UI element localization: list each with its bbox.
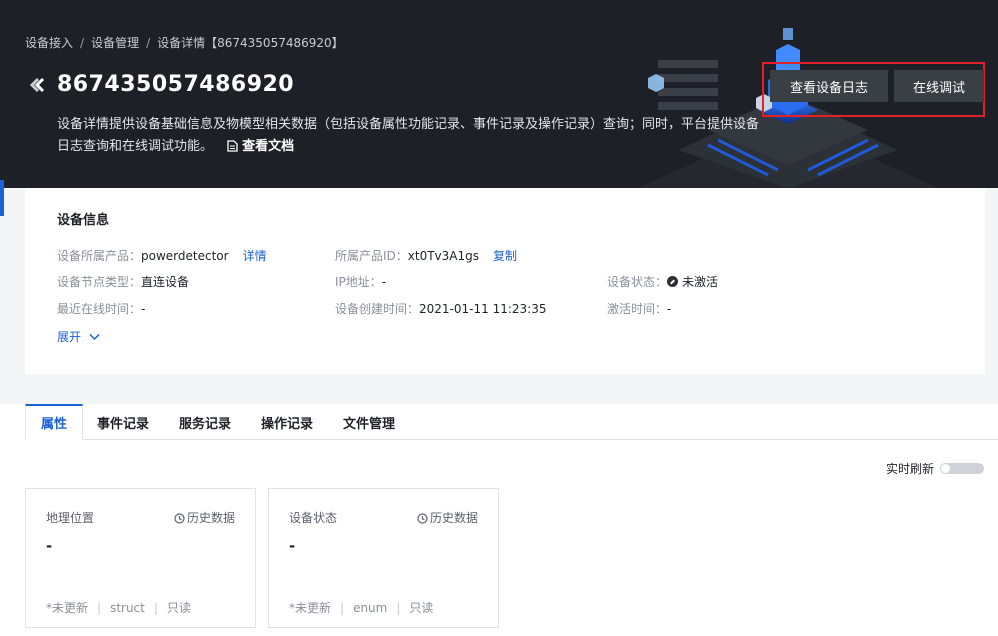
property-card: 设备状态 历史数据 - *未更新 | enum | 只读 (268, 488, 499, 628)
tab-operation-records[interactable]: 操作记录 (251, 404, 323, 440)
view-docs-link[interactable]: 查看文档 (227, 139, 294, 154)
device-info-title: 设备信息 (57, 213, 110, 228)
online-debug-button[interactable]: 在线调试 (894, 70, 984, 102)
last-online-value: - (141, 302, 146, 316)
breadcrumb-item[interactable]: 设备接入 (25, 36, 73, 50)
ip-value: - (381, 275, 387, 289)
property-card: 地理位置 历史数据 - *未更新 | struct | 只读 (25, 488, 256, 628)
tab-event-records[interactable]: 事件记录 (87, 404, 159, 440)
history-data-link[interactable]: 历史数据 (174, 509, 235, 526)
product-detail-link[interactable]: 详情 (243, 249, 267, 263)
property-access: 只读 (166, 601, 191, 615)
document-icon (227, 140, 238, 152)
copy-link[interactable]: 复制 (493, 249, 517, 263)
history-data-label: 历史数据 (429, 511, 478, 525)
status-field: 设备状态： 未激活 (607, 273, 718, 290)
created-label: 设备创建时间： (335, 302, 420, 316)
property-meta: *未更新 | struct | 只读 (46, 601, 191, 615)
breadcrumb-item[interactable]: 设备管理 (91, 36, 139, 50)
description-text: 设备详情提供设备基础信息及物模型相关数据（包括设备属性功能记录、事件记录及操作记… (57, 117, 760, 154)
property-name: 设备状态 (289, 511, 338, 525)
side-indicator (0, 180, 4, 216)
product-id-value: xt0Tv3A1gs (407, 249, 480, 263)
page-title: 867435057486920 (57, 72, 295, 97)
chevron-down-icon (89, 333, 100, 341)
history-data-link[interactable]: 历史数据 (417, 509, 478, 526)
product-id-label: 所属产品ID： (335, 249, 408, 263)
expand-toggle[interactable]: 展开 (57, 328, 100, 345)
expand-label: 展开 (57, 330, 82, 344)
created-value: 2021-01-11 11:23:35 (419, 302, 547, 316)
activated-field: 激活时间：- (607, 300, 671, 317)
property-updated: *未更新 (289, 601, 332, 615)
breadcrumb: 设备接入 / 设备管理 / 设备详情【867435057486920】 (25, 36, 344, 50)
property-updated: *未更新 (46, 601, 89, 615)
property-type: enum (353, 601, 388, 615)
device-info-card: 设备信息 设备所属产品：powerdetector 详情 所属产品ID：xt0Tv… (25, 188, 985, 374)
property-value: - (46, 537, 53, 555)
property-access: 只读 (409, 601, 434, 615)
activated-value: - (667, 302, 672, 316)
product-field: 设备所属产品：powerdetector 详情 (57, 247, 267, 264)
tabs-section: 属性 事件记录 服务记录 操作记录 文件管理 实时刷新 地理位置 历史数据 - … (0, 404, 998, 636)
product-id-field: 所属产品ID：xt0Tv3A1gs 复制 (335, 247, 517, 264)
history-data-label: 历史数据 (186, 511, 235, 525)
property-value: - (289, 537, 296, 555)
history-clock-icon (417, 513, 428, 524)
ip-field: IP地址：- (335, 273, 386, 290)
ip-label: IP地址： (335, 275, 382, 289)
property-type: struct (110, 601, 145, 615)
last-online-label: 最近在线时间： (57, 302, 142, 316)
activated-label: 激活时间： (607, 302, 668, 316)
realtime-refresh: 实时刷新 (886, 460, 984, 477)
page-header: 设备接入 / 设备管理 / 设备详情【867435057486920】 86743505… (0, 0, 998, 188)
realtime-refresh-label: 实时刷新 (885, 462, 934, 476)
view-docs-label: 查看文档 (242, 139, 295, 154)
tab-service-records[interactable]: 服务记录 (169, 404, 241, 440)
view-device-logs-button[interactable]: 查看设备日志 (770, 70, 888, 102)
product-label: 设备所属产品： (57, 249, 142, 263)
node-type-label: 设备节点类型： (57, 275, 142, 289)
created-field: 设备创建时间：2021-01-11 11:23:35 (335, 300, 546, 317)
breadcrumb-current: 设备详情【867435057486920】 (157, 36, 344, 50)
status-label: 设备状态： (607, 275, 668, 289)
tab-bar: 属性 事件记录 服务记录 操作记录 文件管理 (25, 404, 998, 440)
realtime-refresh-toggle[interactable] (940, 463, 984, 474)
node-type-value: 直连设备 (141, 275, 190, 289)
property-name: 地理位置 (46, 511, 95, 525)
tab-properties[interactable]: 属性 (25, 404, 83, 440)
tab-file-management[interactable]: 文件管理 (333, 404, 405, 440)
node-type-field: 设备节点类型：直连设备 (57, 273, 189, 290)
property-meta: *未更新 | enum | 只读 (289, 601, 434, 615)
status-value: 未激活 (682, 275, 719, 289)
inactive-status-icon (667, 276, 679, 287)
last-online-field: 最近在线时间：- (57, 300, 145, 317)
page-description: 设备详情提供设备基础信息及物模型相关数据（包括设备属性功能记录、事件记录及操作记… (57, 114, 767, 158)
back-arrow-icon[interactable] (25, 73, 47, 97)
product-value: powerdetector (141, 249, 229, 263)
history-clock-icon (174, 513, 185, 524)
